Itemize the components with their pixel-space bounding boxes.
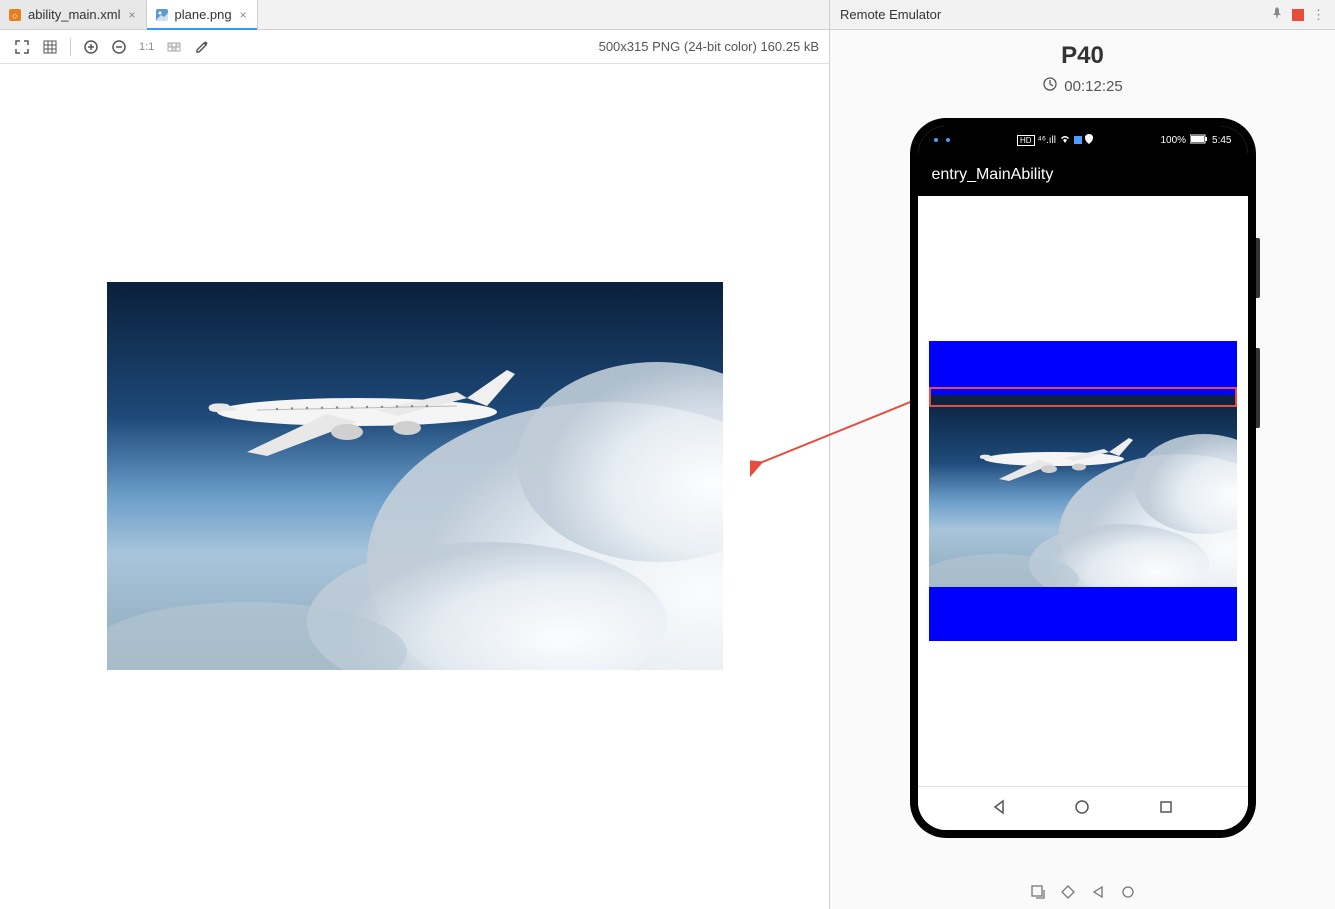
xml-file-icon: ◇ bbox=[8, 8, 22, 22]
signal-icon: ⁴⁶.ıll bbox=[1038, 135, 1056, 146]
phone-frame: HD ⁴⁶.ıll 100% bbox=[910, 118, 1256, 838]
image-toolbar: 1:1 500x315 PNG (24-bit color) 160.25 kB bbox=[0, 30, 829, 64]
image-viewer-panel: ◇ ability_main.xml × plane.png × bbox=[0, 0, 830, 909]
battery-icon bbox=[1190, 134, 1208, 147]
bluetooth-icon bbox=[1074, 136, 1082, 144]
screenshot-icon[interactable] bbox=[1030, 884, 1046, 903]
recent-button[interactable] bbox=[1157, 798, 1175, 819]
rotate-icon[interactable] bbox=[1060, 884, 1076, 903]
back-nav-icon[interactable] bbox=[1090, 884, 1106, 903]
time: 5:45 bbox=[1212, 135, 1231, 146]
tab-label: ability_main.xml bbox=[28, 7, 120, 22]
emulator-title: Remote Emulator bbox=[840, 7, 941, 22]
app-title: entry_MainAbility bbox=[932, 166, 1054, 184]
plane-image bbox=[107, 282, 723, 670]
highlight-annotation bbox=[929, 387, 1237, 407]
emulator-info: P40 00:12:25 bbox=[830, 30, 1335, 108]
phone-screen[interactable]: HD ⁴⁶.ıll 100% bbox=[918, 126, 1248, 830]
phone-container: HD ⁴⁶.ıll 100% bbox=[830, 108, 1335, 877]
back-button[interactable] bbox=[990, 798, 1008, 819]
image-info: 500x315 PNG (24-bit color) 160.25 kB bbox=[599, 39, 819, 54]
close-icon[interactable]: × bbox=[238, 8, 249, 22]
one-to-one-button[interactable]: 1:1 bbox=[135, 35, 158, 59]
pin-icon[interactable] bbox=[1270, 6, 1284, 23]
tab-plane-png[interactable]: plane.png × bbox=[147, 0, 258, 29]
zoom-in-icon[interactable] bbox=[79, 35, 103, 59]
phone-navbar bbox=[918, 786, 1248, 830]
stop-icon[interactable] bbox=[1292, 9, 1304, 21]
grid-icon[interactable] bbox=[38, 35, 62, 59]
color-picker-icon[interactable] bbox=[190, 35, 214, 59]
more-icon[interactable]: ⋮ bbox=[1312, 7, 1325, 23]
checker-bg-icon[interactable] bbox=[162, 35, 186, 59]
editor-tabs: ◇ ability_main.xml × plane.png × bbox=[0, 0, 829, 30]
wifi-icon bbox=[1059, 134, 1071, 147]
emulator-panel: Remote Emulator ⋮ P40 00:12:25 bbox=[830, 0, 1335, 909]
location-icon bbox=[1085, 134, 1093, 147]
plane-image-small bbox=[929, 395, 1237, 587]
app-content bbox=[918, 196, 1248, 786]
emulator-bottom-toolbar bbox=[830, 877, 1335, 909]
app-titlebar: entry_MainAbility bbox=[918, 154, 1248, 196]
close-icon[interactable]: × bbox=[126, 8, 137, 22]
phone-statusbar: HD ⁴⁶.ıll 100% bbox=[918, 126, 1248, 154]
svg-text:◇: ◇ bbox=[12, 13, 18, 20]
image-canvas[interactable] bbox=[0, 64, 829, 909]
battery-percent: 100% bbox=[1160, 135, 1186, 146]
image-container bbox=[929, 341, 1237, 641]
hd-indicator: HD bbox=[1017, 135, 1035, 146]
zoom-out-icon[interactable] bbox=[107, 35, 131, 59]
device-name: P40 bbox=[830, 42, 1335, 70]
tab-ability-main-xml[interactable]: ◇ ability_main.xml × bbox=[0, 0, 147, 29]
image-file-icon bbox=[155, 8, 169, 22]
emulator-header: Remote Emulator ⋮ bbox=[830, 0, 1335, 30]
timer-value: 00:12:25 bbox=[1064, 78, 1122, 95]
emulator-timer: 00:12:25 bbox=[830, 76, 1335, 96]
clock-icon bbox=[1042, 76, 1058, 96]
home-nav-icon[interactable] bbox=[1120, 884, 1136, 903]
fit-screen-icon[interactable] bbox=[10, 35, 34, 59]
home-button[interactable] bbox=[1073, 798, 1091, 819]
tab-label: plane.png bbox=[175, 7, 232, 22]
